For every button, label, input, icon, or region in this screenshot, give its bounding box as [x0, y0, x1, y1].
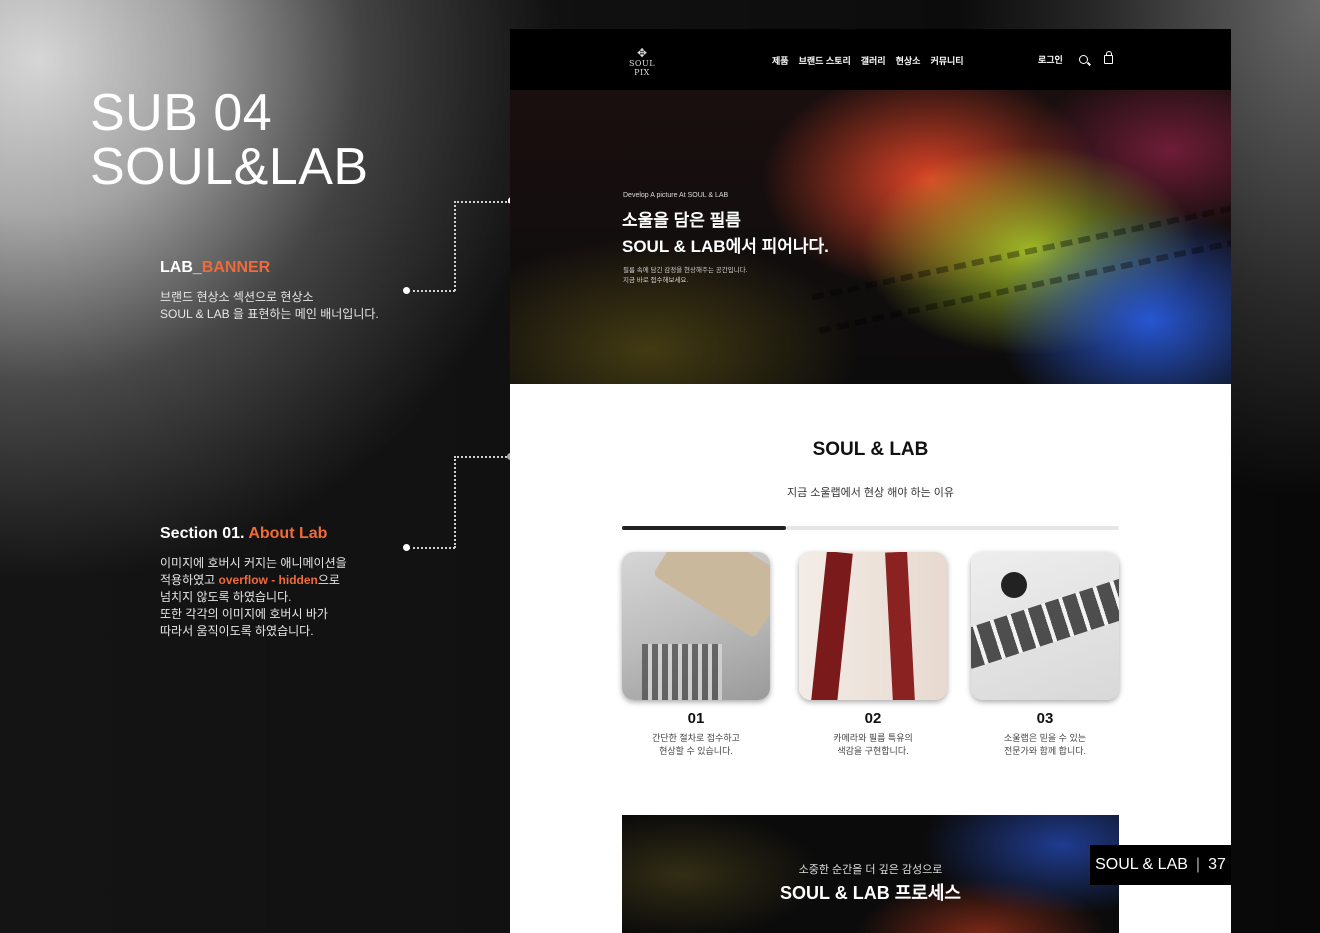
card-desc-line: 간단한 절차로 접수하고 [652, 733, 740, 743]
note-title-prefix: LAB_ [160, 259, 202, 276]
process-subtitle: 소중한 순간을 더 깊은 감성으로 [798, 864, 943, 876]
slide-title-line2: SOUL&LAB [90, 138, 369, 196]
process-banner: 소중한 순간을 더 깊은 감성으로 SOUL & LAB 프로세스 [622, 815, 1119, 933]
card-description: 카메라와 필름 특유의 색감을 구현합니다. [799, 732, 947, 758]
card-number: 02 [864, 710, 882, 727]
logo-mark-icon: ✥ [636, 46, 648, 60]
site-menu: 제품 브랜드 스토리 갤러리 현상소 커뮤니티 [772, 54, 964, 67]
about-progress-bar [622, 526, 1119, 530]
note-title: Section 01. About Lab [160, 525, 420, 543]
progress-fill [622, 526, 786, 530]
card-image-negatives[interactable] [971, 552, 1119, 700]
note-line: 적용하였고 overflow - hidden으로 [160, 572, 420, 589]
site-logo[interactable]: ✥ SOUL PIX [620, 47, 664, 77]
connector-line [408, 290, 455, 292]
note-title-accent: About Lab [248, 525, 328, 542]
note-title-prefix: Section 01. [160, 525, 249, 542]
hero-eyebrow: Develop A picture At SOUL & LAB [623, 192, 729, 199]
note-body: 브랜드 현상소 섹션으로 현상소 SOUL & LAB 을 표현하는 메인 배너… [160, 289, 420, 323]
note-body: 이미지에 호버시 커지는 애니메이션을 적용하였고 overflow - hid… [160, 555, 420, 640]
reason-card[interactable]: 02 카메라와 필름 특유의 색감을 구현합니다. [799, 552, 947, 758]
menu-item-lab[interactable]: 현상소 [896, 54, 921, 67]
card-desc-line: 소울랩은 믿을 수 있는 [1003, 733, 1087, 743]
connector-line [454, 201, 510, 203]
card-image-laptop-film[interactable] [622, 552, 770, 700]
note-text: 으로 [317, 573, 340, 587]
page-label: SOUL & LAB [1095, 856, 1188, 873]
note-line: 넘치지 않도록 하였습니다. [160, 590, 292, 604]
card-number: 01 [687, 710, 705, 727]
menu-item-community[interactable]: 커뮤니티 [930, 54, 963, 67]
menu-item-products[interactable]: 제품 [772, 54, 789, 67]
connector-line [454, 456, 510, 458]
site-nav: ✥ SOUL PIX 제품 브랜드 스토리 갤러리 현상소 커뮤니티 로그인 [510, 29, 1231, 90]
reason-card[interactable]: 01 간단한 절차로 접수하고 현상할 수 있습니다. [622, 552, 770, 758]
hero-title: 소울을 담은 필름 SOUL & LAB에서 피어나다. [622, 208, 829, 260]
menu-item-brand-story[interactable]: 브랜드 스토리 [799, 54, 851, 67]
about-title: SOUL & LAB [812, 439, 929, 460]
slide-title-line1: SUB 04 [90, 84, 273, 142]
slide-title: SUB 04 SOUL&LAB [90, 86, 369, 194]
login-link[interactable]: 로그인 [1038, 53, 1063, 66]
film-strip-decoration [811, 186, 1231, 334]
connector-line [454, 201, 456, 291]
page-separator: | [1195, 856, 1201, 873]
logo-text: SOUL PIX [628, 59, 656, 77]
shopping-bag-icon[interactable] [1103, 51, 1113, 64]
note-line: 이미지에 호버시 커지는 애니메이션을 [160, 556, 347, 570]
card-desc-line: 카메라와 필름 특유의 [833, 733, 913, 743]
card-desc-line: 전문가와 함께 합니다. [1003, 746, 1087, 756]
note-text: 적용하였고 [160, 573, 219, 587]
note-line: 따라서 움직이도록 하였습니다. [160, 624, 314, 638]
hero-title-line2: SOUL & LAB에서 피어나다. [622, 237, 829, 256]
nav-actions: 로그인 [1038, 51, 1113, 66]
note-highlight: overflow - hidden [218, 573, 318, 587]
process-title: SOUL & LAB 프로세스 [780, 883, 961, 903]
hero-desc-line1: 필름 속에 담긴 감정을 현상해주는 공간입니다. [623, 267, 748, 274]
connector-line [454, 456, 456, 548]
note-line: SOUL & LAB 을 표현하는 메인 배너입니다. [160, 307, 379, 321]
note-line: 또한 각각의 이미지에 호버시 바가 [160, 607, 328, 621]
page-number: 37 [1208, 856, 1226, 873]
note-about-lab: Section 01. About Lab 이미지에 호버시 커지는 애니메이션… [160, 525, 420, 640]
website-mockup: ✥ SOUL PIX 제품 브랜드 스토리 갤러리 현상소 커뮤니티 로그인 D… [510, 29, 1231, 933]
card-number: 03 [1036, 710, 1054, 727]
card-desc-line: 현상할 수 있습니다. [659, 746, 733, 756]
about-subtitle: 지금 소울랩에서 현상 해야 하는 이유 [786, 487, 955, 499]
about-cards: 01 간단한 절차로 접수하고 현상할 수 있습니다. 02 카메라와 필름 특… [622, 552, 1119, 772]
reason-card[interactable]: 03 소울랩은 믿을 수 있는 전문가와 함께 합니다. [971, 552, 1119, 758]
note-title-accent: BANNER [201, 259, 271, 276]
card-description: 소울랩은 믿을 수 있는 전문가와 함께 합니다. [971, 732, 1119, 758]
hero-desc-line2: 지금 바로 접수해보세요. [623, 277, 689, 284]
lab-banner: Develop A picture At SOUL & LAB 소울을 담은 필… [510, 90, 1231, 384]
card-description: 간단한 절차로 접수하고 현상할 수 있습니다. [622, 732, 770, 758]
connector-line [408, 547, 455, 549]
note-title: LAB_BANNER [160, 259, 420, 277]
note-line: 브랜드 현상소 섹션으로 현상소 [160, 290, 314, 304]
connector-dot [403, 287, 410, 294]
hero-title-line1: 소울을 담은 필름 [622, 211, 741, 230]
note-lab-banner: LAB_BANNER 브랜드 현상소 섹션으로 현상소 SOUL & LAB 을… [160, 259, 420, 323]
card-desc-line: 색감을 구현합니다. [837, 746, 909, 756]
page-badge: SOUL & LAB | 37 [1090, 845, 1231, 885]
hero-description: 필름 속에 담긴 감정을 현상해주는 공간입니다. 지금 바로 접수해보세요. [623, 266, 747, 286]
card-image-film-roll[interactable] [799, 552, 947, 700]
search-icon[interactable] [1078, 55, 1088, 64]
connector-dot [403, 544, 410, 551]
menu-item-gallery[interactable]: 갤러리 [861, 54, 886, 67]
